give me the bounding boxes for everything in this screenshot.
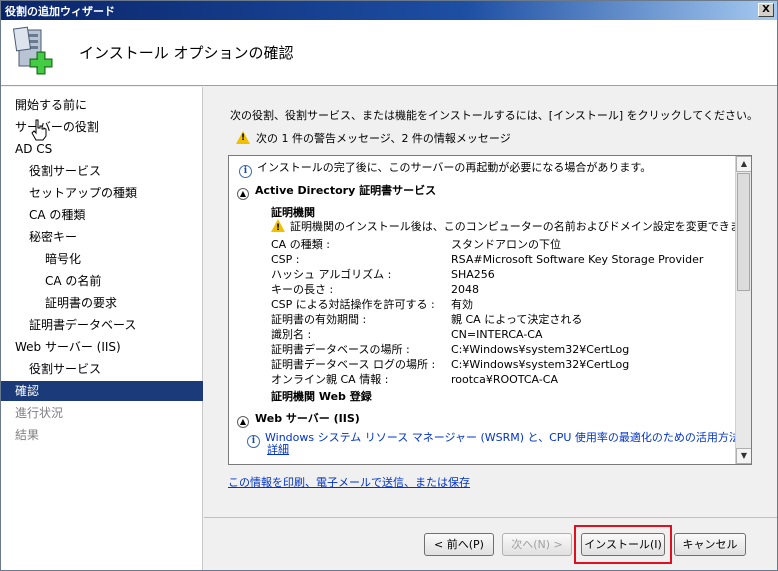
collapse-icon[interactable]: ▲ (237, 188, 249, 200)
nav-item-setup-type[interactable]: セットアップの種類 (1, 183, 203, 203)
section-iis[interactable]: ▲ Web サーバー (IIS) (237, 410, 360, 428)
nav-item-ad-cs[interactable]: AD CS (1, 139, 203, 159)
confirmation-details[interactable]: i インストールの完了後に、このサーバーの再起動が必要になる場合があります。 ▲ A… (228, 155, 752, 465)
info-icon: i (239, 165, 252, 178)
print-email-save-link[interactable]: この情報を印刷、電子メールで送信、または保存 (228, 474, 470, 490)
nav-item-cryptography[interactable]: 暗号化 (1, 249, 203, 269)
ca-warning-message: 証明機関のインストール後は、このコンピューターの名前およびドメイン設定を変更でき… (271, 219, 735, 236)
details-content: i インストールの完了後に、このサーバーの再起動が必要になる場合があります。 ▲ A… (229, 156, 735, 464)
back-button[interactable]: < 前へ(P) (424, 533, 494, 556)
nav-item-certificate-database[interactable]: 証明書データベース (1, 315, 203, 335)
vertical-scrollbar[interactable]: ▲ ▼ (735, 156, 751, 464)
message-summary: 次の 1 件の警告メッセージ、2 件の情報メッセージ (236, 130, 511, 146)
nav-item-iis-role-services[interactable]: 役割サービス (1, 359, 203, 379)
subsection-ca: 証明機関 (271, 206, 315, 219)
iis-info-line2: 詳細 (267, 442, 289, 457)
nav-item-web-server[interactable]: Web サーバー (IIS) (1, 337, 203, 357)
scroll-thumb[interactable] (737, 173, 750, 291)
instruction-text: 次の役割、役割サービス、または機能をインストールするには、[インストール] をク… (230, 109, 758, 122)
nav-item-role-services[interactable]: 役割サービス (1, 161, 203, 181)
warning-icon (236, 131, 250, 144)
scroll-down-button[interactable]: ▼ (736, 448, 751, 464)
wizard-header: インストール オプションの確認 (1, 20, 777, 86)
wizard-footer: < 前へ(P) 次へ(N) > インストール(I) キャンセル (204, 517, 777, 570)
nav-item-before-you-begin[interactable]: 開始する前に (1, 95, 203, 115)
property-row: ハッシュ アルゴリズム : SHA256 (271, 268, 495, 281)
property-row: 証明書データベース ログの場所 : C:¥Windows¥system32¥Cer… (271, 358, 630, 371)
nav-item-certificate-request[interactable]: 証明書の要求 (1, 293, 203, 313)
property-row: CA の種類 : スタンドアロンの下位 (271, 238, 561, 251)
main-panel: 次の役割、役割サービス、または機能をインストールするには、[インストール] をク… (204, 87, 777, 517)
property-row: CSP による対話操作を許可する : 有効 (271, 298, 473, 311)
page-title: インストール オプションの確認 (79, 44, 294, 62)
collapse-icon[interactable]: ▲ (237, 416, 249, 428)
property-row: 識別名 : CN=INTERCA-CA (271, 328, 543, 341)
property-row: 証明書の有効期間 :親 CA によって決定される (271, 313, 583, 326)
property-row: 証明書データベースの場所 : C:¥Windows¥system32¥CertLo… (271, 343, 630, 356)
nav-item-private-key[interactable]: 秘密キー (1, 227, 203, 247)
scroll-up-button[interactable]: ▲ (736, 156, 751, 172)
warning-icon (271, 219, 285, 236)
subsection-web-enrollment: 証明機関 Web 登録 (271, 390, 372, 403)
nav-item-ca-type[interactable]: CA の種類 (1, 205, 203, 225)
wizard-window: 役割の追加ウィザード X インストール オプションの確認 開始する前に サーバー… (0, 0, 778, 571)
iis-info-link-more[interactable]: 詳細 (267, 443, 289, 456)
nav-item-confirmation[interactable]: 確認 (1, 381, 203, 401)
section-adcs[interactable]: ▲ Active Directory 証明書サービス (237, 182, 436, 200)
iis-info-message: i Windows システム リソース マネージャー (WSRM) と、CPU 使… (247, 430, 735, 448)
hand-cursor-icon (31, 119, 47, 141)
info-icon: i (247, 435, 260, 448)
close-button[interactable]: X (758, 3, 774, 17)
title-bar: 役割の追加ウィザード X (1, 1, 777, 20)
server-add-icon (12, 26, 61, 78)
property-row: オンライン親 CA 情報 : rootca¥ROOTCA-CA (271, 373, 559, 386)
nav-item-ca-name[interactable]: CA の名前 (1, 271, 203, 291)
nav-item-results: 結果 (15, 428, 40, 442)
info-message-restart: i インストールの完了後に、このサーバーの再起動が必要になる場合があります。 (239, 160, 651, 178)
iis-info-link[interactable]: Windows システム リソース マネージャー (WSRM) と、CPU 使用… (265, 431, 735, 444)
property-row: CSP : RSA#Microsoft Software Key Storage … (271, 253, 704, 266)
wizard-nav: 開始する前に サーバーの役割 AD CS 役割サービス セットアップの種類 CA… (1, 87, 203, 570)
window-title: 役割の追加ウィザード (5, 5, 115, 18)
property-row: キーの長さ :2048 (271, 283, 479, 296)
cancel-button[interactable]: キャンセル (674, 533, 746, 556)
install-button[interactable]: インストール(I) (581, 533, 665, 556)
next-button: 次へ(N) > (502, 533, 572, 556)
nav-item-progress: 進行状況 (15, 406, 64, 420)
